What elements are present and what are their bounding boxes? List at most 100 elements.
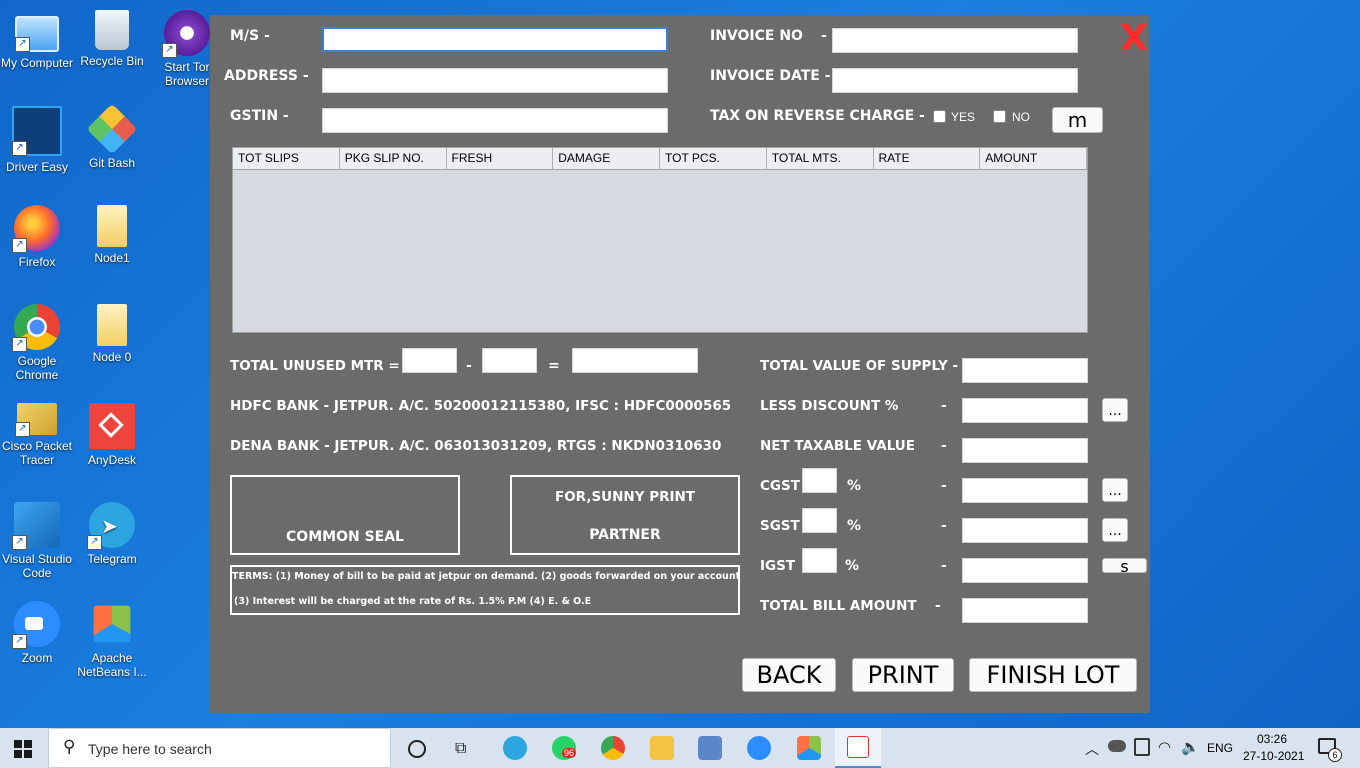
desktop-icon-label: Visual Studio Code — [2, 552, 72, 580]
file-explorer-icon[interactable] — [650, 736, 674, 760]
sgst-label: SGST — [760, 518, 800, 534]
igst-label: IGST — [760, 558, 796, 574]
notification-count: 6 — [1328, 748, 1342, 762]
finish-lot-button[interactable]: FINISH LOT — [969, 658, 1137, 692]
desktop-icon-label: Zoom — [21, 651, 53, 665]
anydesk-icon — [89, 403, 135, 449]
whatsapp-taskbar-icon[interactable]: 96 — [552, 736, 577, 760]
windows-start-icon[interactable] — [14, 740, 32, 758]
desktop-icon-cisco-packet-tracer[interactable]: ↗ Cisco Packet Tracer — [0, 403, 74, 467]
clock-date[interactable]: 27-10-2021 — [1243, 749, 1304, 763]
netbeans-taskbar-icon[interactable] — [797, 736, 821, 760]
desktop-icon-driver-easy[interactable]: ↗ Driver Easy — [0, 106, 74, 174]
language-indicator[interactable]: ENG — [1207, 741, 1233, 755]
sgst-amount-input[interactable] — [962, 518, 1088, 543]
unused-mtr-input-1[interactable] — [402, 348, 457, 373]
column-header[interactable]: AMOUNT — [980, 148, 1087, 169]
java-app-taskbar-button[interactable] — [835, 728, 881, 768]
igst-amount-input[interactable] — [962, 558, 1088, 583]
table-header: TOT SLIPS PKG SLIP NO. FRESH DAMAGE TOT … — [233, 148, 1087, 170]
s-button[interactable]: s — [1102, 558, 1147, 573]
total-bill-input[interactable] — [962, 598, 1088, 623]
column-header[interactable]: TOTAL MTS. — [767, 148, 874, 169]
yes-checkbox[interactable] — [933, 110, 946, 123]
desktop-icon-node0[interactable]: Node 0 — [75, 304, 149, 364]
reverse-charge-label: TAX ON REVERSE CHARGE - — [710, 108, 925, 124]
common-seal-label: COMMON SEAL — [286, 529, 404, 545]
desktop-icon-zoom[interactable]: ↗ Zoom — [0, 601, 74, 665]
ms-input[interactable] — [322, 27, 668, 52]
total-supply-input[interactable] — [962, 358, 1088, 383]
desktop-icon-netbeans[interactable]: Apache NetBeans I... — [75, 601, 149, 679]
wifi-icon[interactable]: ◠ — [1158, 738, 1171, 756]
battery-icon[interactable] — [1134, 738, 1150, 756]
desktop-icon-anydesk[interactable]: AnyDesk — [75, 403, 149, 467]
desktop-icon-my-computer[interactable]: ↗ My Computer — [0, 10, 74, 70]
desktop-icon-google-chrome[interactable]: ↗ Google Chrome — [0, 304, 74, 382]
gstin-input[interactable] — [322, 108, 668, 133]
firefox-icon: ↗ — [12, 205, 60, 253]
desktop-icon-label: Firefox — [18, 255, 56, 269]
igst-rate-input[interactable] — [802, 548, 837, 573]
close-button[interactable]: X — [1120, 21, 1148, 57]
notifications-icon[interactable]: 6 — [1318, 738, 1342, 762]
column-header[interactable]: RATE — [874, 148, 981, 169]
task-view-icon[interactable]: ⧉ — [455, 740, 466, 758]
discount-more-button[interactable]: ... — [1102, 398, 1128, 422]
column-header[interactable]: FRESH — [447, 148, 554, 169]
column-header[interactable]: DAMAGE — [553, 148, 660, 169]
m-button[interactable]: m — [1052, 107, 1103, 133]
column-header[interactable]: TOT PCS. — [660, 148, 767, 169]
invoice-no-input[interactable] — [832, 28, 1078, 53]
cgst-more-button[interactable]: ... — [1102, 478, 1128, 502]
taskbar-search-box[interactable]: ⚲ Type here to search — [48, 728, 391, 768]
volume-muted-icon[interactable]: 🔈 — [1181, 738, 1200, 756]
yes-label: YES — [951, 110, 976, 124]
column-header[interactable]: TOT SLIPS — [233, 148, 340, 169]
cgst-percent: % — [847, 478, 862, 494]
desktop-icon-git-bash[interactable]: Git Bash — [75, 103, 149, 170]
back-button[interactable]: BACK — [742, 658, 836, 692]
folder-icon — [97, 304, 127, 346]
unused-mtr-result[interactable] — [572, 348, 698, 373]
telegram-taskbar-icon[interactable] — [503, 736, 527, 760]
desktop-icon-label: Node 0 — [92, 350, 132, 364]
equals-sign: = — [548, 358, 560, 374]
onedrive-icon[interactable] — [1108, 740, 1126, 752]
clock-time[interactable]: 03:26 — [1257, 732, 1287, 746]
unused-mtr-input-2[interactable] — [482, 348, 537, 373]
address-input[interactable] — [322, 68, 668, 93]
net-taxable-input[interactable] — [962, 438, 1088, 463]
desktop-icon-recycle-bin[interactable]: Recycle Bin — [75, 10, 149, 68]
cgst-rate-input[interactable] — [802, 468, 837, 493]
zoom-taskbar-icon[interactable] — [747, 736, 771, 760]
chrome-icon: ↗ — [12, 304, 60, 352]
sgst-rate-input[interactable] — [802, 508, 837, 533]
sgst-dash: - — [941, 518, 947, 534]
print-button[interactable]: PRINT — [852, 658, 954, 692]
desktop-icon-firefox[interactable]: ↗ Firefox — [0, 205, 74, 269]
column-header[interactable]: PKG SLIP NO. — [340, 148, 447, 169]
desktop-icon-telegram[interactable]: ➤ ↗ Telegram — [75, 502, 149, 566]
desktop-icon-label: Git Bash — [88, 156, 136, 170]
items-table[interactable]: TOT SLIPS PKG SLIP NO. FRESH DAMAGE TOT … — [232, 147, 1088, 333]
computer-icon: ↗ — [15, 16, 59, 52]
common-seal-box: COMMON SEAL — [230, 475, 460, 555]
invoice-no-label: INVOICE NO — [710, 28, 803, 44]
chrome-taskbar-icon[interactable] — [601, 736, 625, 760]
cgst-amount-input[interactable] — [962, 478, 1088, 503]
telegram-icon: ➤ ↗ — [87, 502, 135, 550]
chevron-up-icon[interactable]: ︿ — [1085, 739, 1099, 759]
desktop-icon-node1[interactable]: Node1 — [75, 205, 149, 265]
invoice-date-input[interactable] — [832, 68, 1078, 93]
discount-input[interactable] — [962, 398, 1088, 423]
invoice-no-dash: - — [821, 28, 827, 44]
desktop-icon-visual-studio-code[interactable]: ↗ Visual Studio Code — [0, 502, 74, 580]
desktop-icon-label: Start Tor Browser — [164, 60, 210, 88]
sgst-more-button[interactable]: ... — [1102, 518, 1128, 542]
no-checkbox[interactable] — [993, 110, 1006, 123]
java-icon — [847, 736, 869, 758]
network-app-icon[interactable] — [698, 736, 722, 760]
cortana-icon[interactable] — [408, 740, 426, 758]
desktop-icon-label: Google Chrome — [15, 354, 59, 382]
